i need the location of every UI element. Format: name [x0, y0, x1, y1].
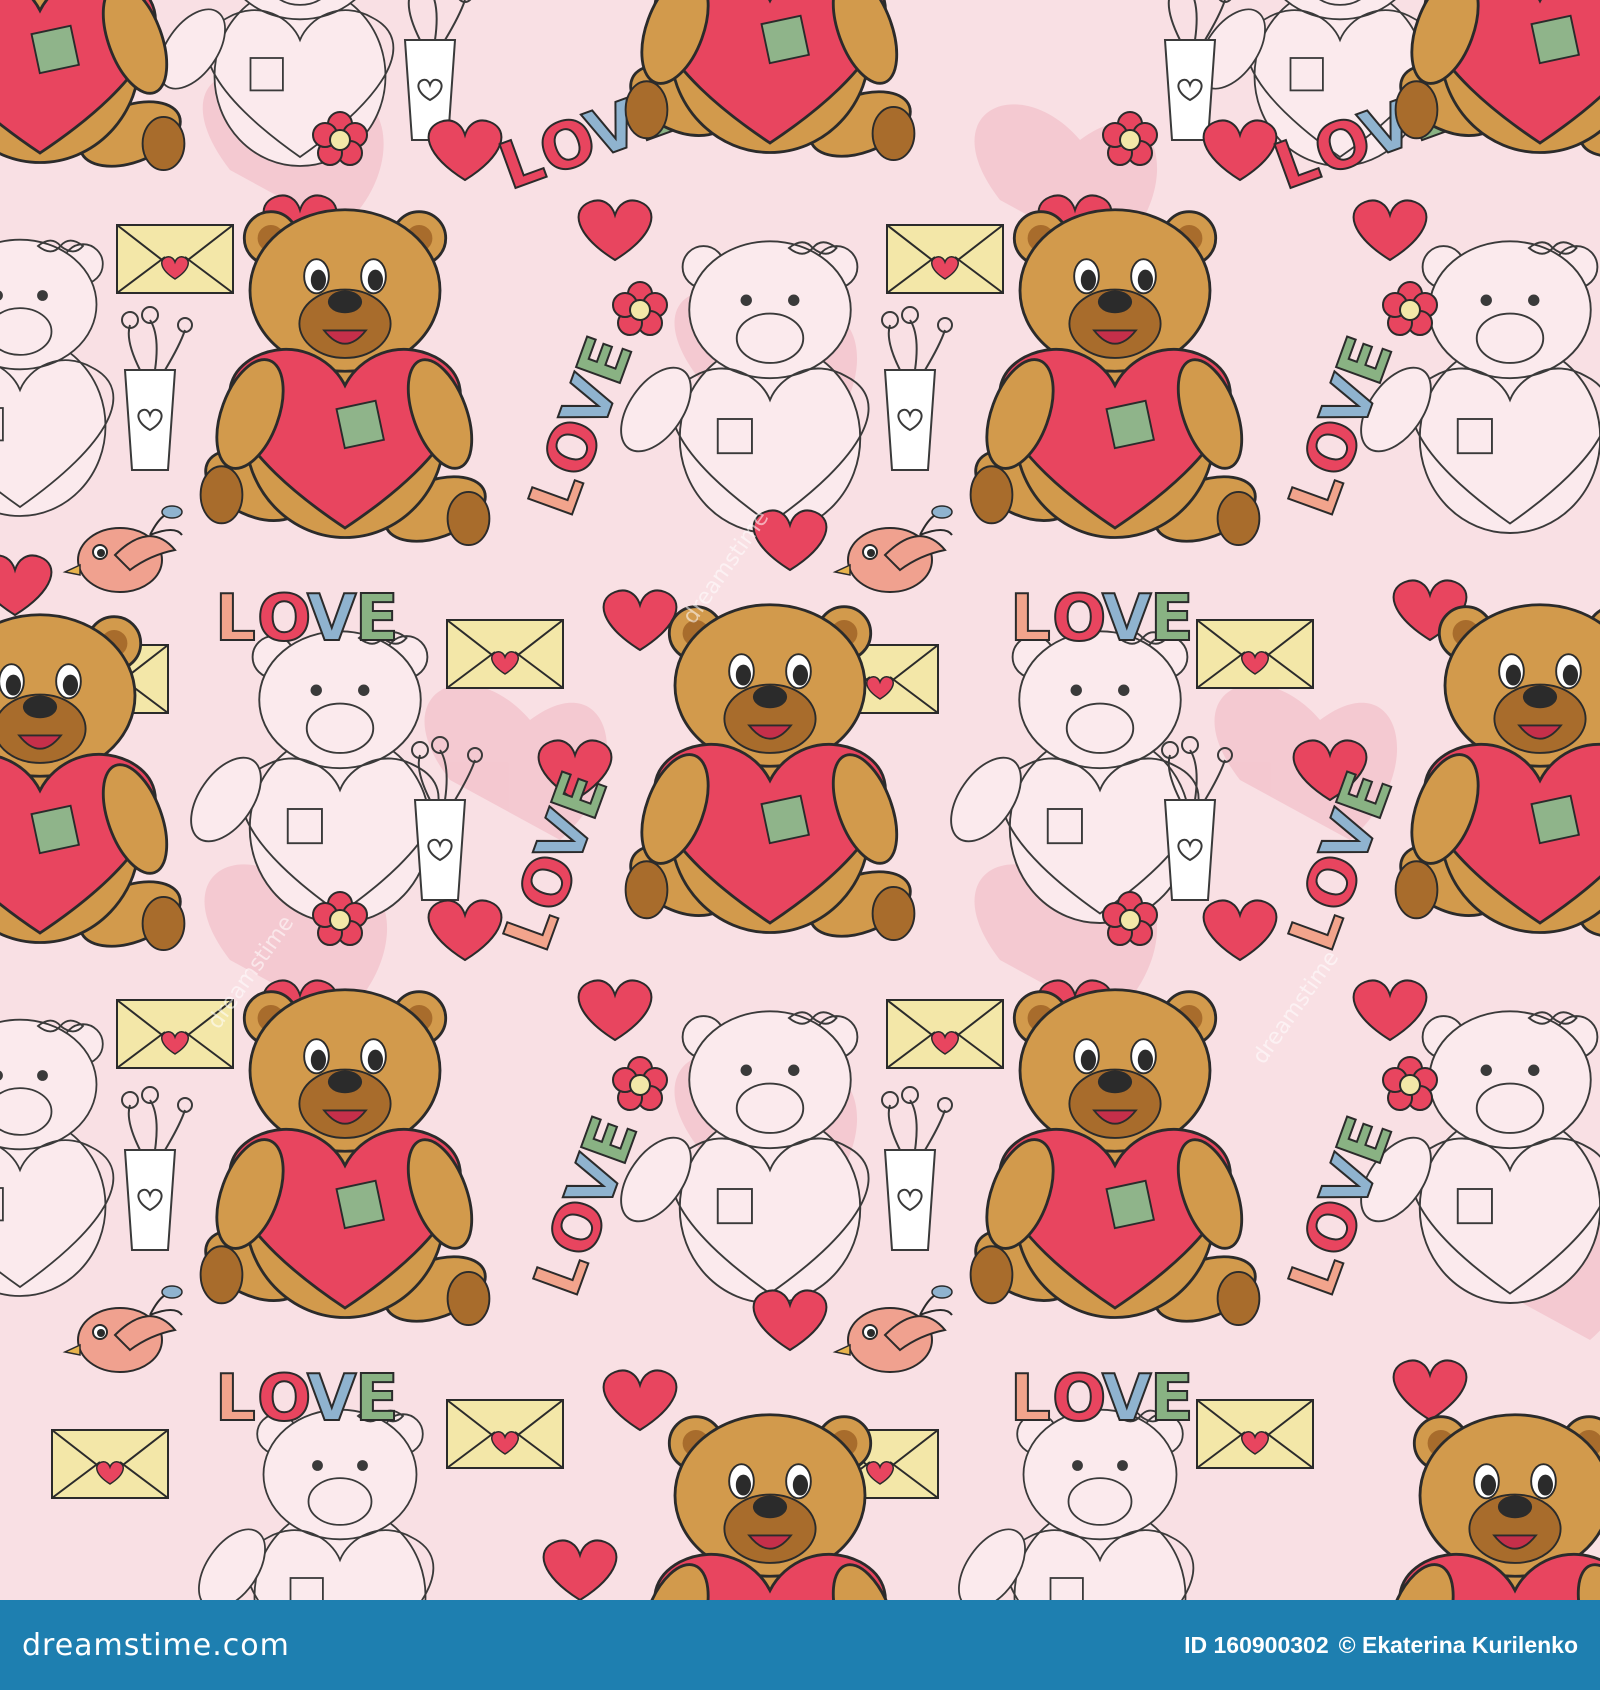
svg-text:L: L: [215, 1362, 256, 1436]
svg-text:E: E: [355, 582, 399, 656]
svg-text:L: L: [1010, 582, 1051, 656]
svg-text:E: E: [1150, 582, 1194, 656]
stock-footer-bar: dreamstime.com ID 160900302 © Ekaterina …: [0, 1600, 1600, 1690]
svg-text:V: V: [307, 582, 357, 656]
footer-brand[interactable]: dreamstime.com: [22, 1628, 290, 1663]
svg-text:E: E: [355, 1362, 399, 1436]
svg-text:V: V: [1102, 1362, 1152, 1436]
stock-image-stage: LOVE LOVE LOVE LOVE LOVE LOVE LOVE LOVE: [0, 0, 1600, 1690]
svg-text:L: L: [1010, 1362, 1051, 1436]
svg-text:O: O: [257, 582, 311, 656]
image-id: ID 160900302: [1184, 1631, 1329, 1658]
svg-text:L: L: [215, 582, 256, 656]
svg-text:E: E: [1150, 1362, 1194, 1436]
svg-text:V: V: [307, 1362, 357, 1436]
svg-text:O: O: [257, 1362, 311, 1436]
svg-text:V: V: [1102, 582, 1152, 656]
copyright-author: © Ekaterina Kurilenko: [1338, 1631, 1578, 1658]
valentine-teddy-bear-pattern: LOVE LOVE LOVE LOVE LOVE LOVE LOVE LOVE: [0, 0, 1600, 1600]
footer-credit: ID 160900302 © Ekaterina Kurilenko: [1184, 1632, 1578, 1659]
svg-text:O: O: [1052, 1362, 1106, 1436]
svg-text:O: O: [1052, 582, 1106, 656]
